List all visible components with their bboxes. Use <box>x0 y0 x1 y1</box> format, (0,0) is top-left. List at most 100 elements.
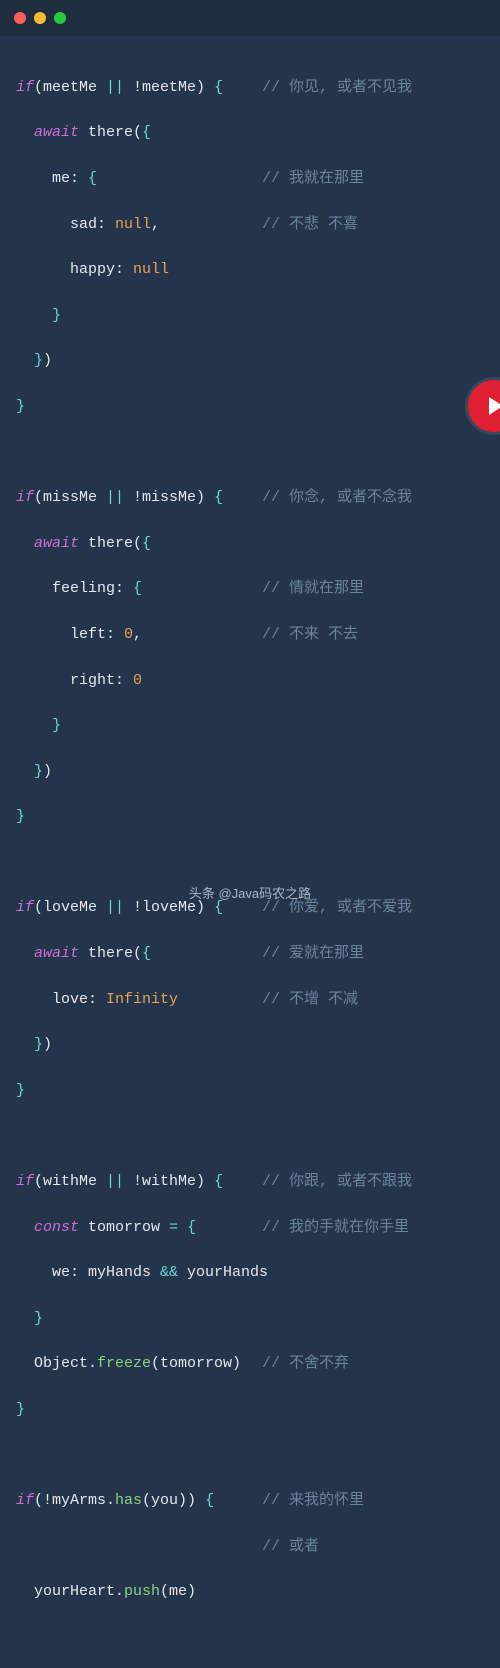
operator: || <box>106 1173 124 1190</box>
paren: ) <box>43 1036 52 1053</box>
comment: // 不增 不减 <box>262 989 358 1012</box>
property: happy: <box>16 261 133 278</box>
brace: } <box>52 717 61 734</box>
code-text: !missMe) <box>124 489 214 506</box>
method-call: has <box>115 1492 142 1509</box>
code-text: (me) <box>160 1583 196 1600</box>
code-text: yourHands <box>178 1264 268 1281</box>
space <box>178 1219 187 1236</box>
paren: ) <box>43 763 52 780</box>
brace: { <box>142 124 151 141</box>
brace: } <box>34 1036 43 1053</box>
play-triangle-icon <box>489 397 500 415</box>
zoom-icon[interactable] <box>54 12 66 24</box>
infinity-literal: Infinity <box>106 991 178 1008</box>
null-literal: null <box>133 261 169 278</box>
property: love: <box>16 991 106 1008</box>
brace: { <box>88 170 97 187</box>
code-text: Object. <box>16 1355 97 1372</box>
brace: } <box>16 1401 25 1418</box>
keyword-if: if <box>16 1492 34 1509</box>
keyword-if: if <box>16 489 34 506</box>
operator: || <box>106 79 124 96</box>
indent <box>16 945 34 962</box>
minimize-icon[interactable] <box>34 12 46 24</box>
brace: } <box>16 398 25 415</box>
indent <box>16 763 34 780</box>
brace: { <box>142 535 151 552</box>
property: left: <box>16 626 124 643</box>
keyword-const: const <box>34 1219 79 1236</box>
keyword-await: await <box>34 124 79 141</box>
window-titlebar <box>0 0 500 36</box>
code-editor: if(meetMe || !meetMe) { // 你见, 或者不见我 awa… <box>0 36 500 1668</box>
property: we: myHands <box>16 1264 160 1281</box>
indent <box>16 1219 34 1236</box>
brace: { <box>142 945 151 962</box>
null-literal: null <box>115 216 151 233</box>
comment: // 爱就在那里 <box>262 943 364 966</box>
code-text: (tomorrow) <box>151 1355 250 1372</box>
indent <box>16 307 52 324</box>
code-text: tomorrow <box>79 1219 169 1236</box>
brace: } <box>52 307 61 324</box>
comma: , <box>133 626 142 643</box>
brace: { <box>214 1173 223 1190</box>
code-text: there( <box>79 124 142 141</box>
code-text: (withMe <box>34 1173 106 1190</box>
close-icon[interactable] <box>14 12 26 24</box>
number-literal: 0 <box>133 672 142 689</box>
comment: // 你跟, 或者不跟我 <box>262 1171 412 1194</box>
method-call: push <box>124 1583 160 1600</box>
footer-attribution: 头条 @Java码农之路 <box>0 884 500 904</box>
keyword-if: if <box>16 79 34 96</box>
brace: } <box>16 808 25 825</box>
number-literal: 0 <box>124 626 133 643</box>
property: me: <box>16 170 88 187</box>
code-text: !withMe) <box>124 1173 214 1190</box>
paren: ) <box>43 352 52 369</box>
brace: { <box>205 1492 214 1509</box>
method-call: freeze <box>97 1355 151 1372</box>
operator: && <box>160 1264 178 1281</box>
brace: { <box>187 1219 196 1236</box>
keyword-await: await <box>34 535 79 552</box>
indent <box>16 1310 34 1327</box>
indent <box>16 717 52 734</box>
operator: = <box>169 1219 178 1236</box>
code-text: (meetMe <box>34 79 106 96</box>
brace: { <box>214 489 223 506</box>
editor-window: if(meetMe || !meetMe) { // 你见, 或者不见我 awa… <box>0 0 500 914</box>
comment: // 情就在那里 <box>262 578 364 601</box>
keyword-if: if <box>16 1173 34 1190</box>
code-text: there( <box>79 535 142 552</box>
property: sad: <box>16 216 115 233</box>
comment: // 不舍不弃 <box>262 1353 349 1376</box>
comment: // 不悲 不喜 <box>262 214 358 237</box>
property: feeling: <box>16 580 133 597</box>
indent <box>16 124 34 141</box>
code-text: !meetMe) <box>124 79 214 96</box>
brace: } <box>34 352 43 369</box>
comment: // 我就在那里 <box>262 168 364 191</box>
brace: } <box>16 1082 25 1099</box>
comment: // 来我的怀里 <box>262 1490 364 1513</box>
brace: } <box>34 1310 43 1327</box>
comment: // 我的手就在你手里 <box>262 1217 409 1240</box>
comment: // 你念, 或者不念我 <box>262 487 412 510</box>
keyword-await: await <box>34 945 79 962</box>
indent <box>16 352 34 369</box>
code-text: (you)) <box>142 1492 205 1509</box>
comma: , <box>151 216 160 233</box>
operator: || <box>106 489 124 506</box>
property: right: <box>16 672 133 689</box>
code-text: there( <box>79 945 142 962</box>
indent <box>16 535 34 552</box>
brace: { <box>133 580 142 597</box>
comment: // 或者 <box>262 1536 319 1559</box>
code-text: (!myArms. <box>34 1492 115 1509</box>
comment: // 你见, 或者不见我 <box>262 77 412 100</box>
code-text: (missMe <box>34 489 106 506</box>
code-text: yourHeart. <box>16 1583 124 1600</box>
brace: { <box>214 79 223 96</box>
